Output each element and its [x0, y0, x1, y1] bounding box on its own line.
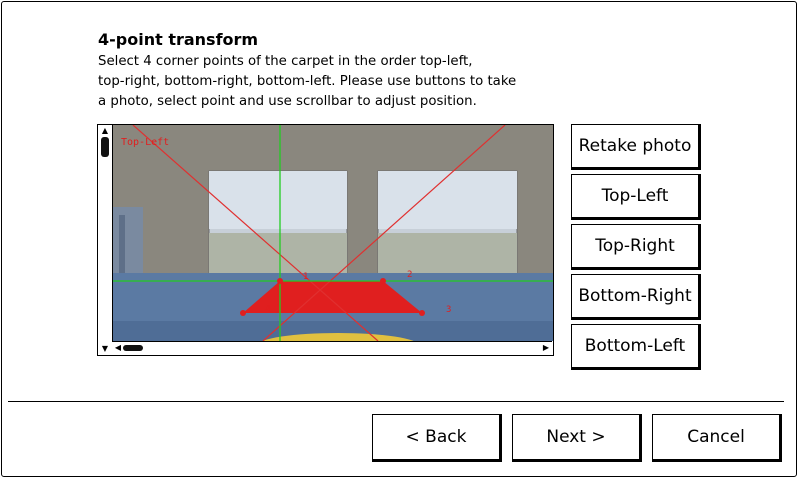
photo-viewer: ▲ ▼ 1 2 3 4 Top-Left ◀ ▶	[97, 124, 554, 356]
photo-canvas: 1 2 3 4 Top-Left	[113, 125, 553, 341]
scroll-left-icon[interactable]: ◀	[113, 342, 123, 354]
instructions: Select 4 corner points of the carpet in …	[98, 52, 598, 112]
scroll-down-icon[interactable]: ▼	[100, 344, 110, 353]
next-button[interactable]: Next >	[512, 414, 642, 462]
top-left-button[interactable]: Top-Left	[571, 174, 701, 220]
top-right-button[interactable]: Top-Right	[571, 224, 701, 270]
back-button[interactable]: < Back	[372, 414, 502, 462]
scroll-up-icon[interactable]: ▲	[100, 126, 110, 135]
retake-photo-button[interactable]: Retake photo	[571, 124, 701, 170]
footer-divider	[8, 401, 784, 402]
point-label: 2	[407, 270, 412, 280]
vertical-scrollbar[interactable]: ▲ ▼	[98, 125, 113, 354]
page-title: 4-point transform	[98, 30, 259, 49]
instruction-line: Select 4 corner points of the carpet in …	[98, 54, 473, 69]
point-label: 1	[303, 272, 308, 282]
carpet-photo[interactable]: 1 2 3 4 Top-Left	[113, 125, 553, 341]
point-label: 3	[446, 305, 451, 315]
horizontal-scroll-thumb[interactable]	[123, 345, 143, 351]
bottom-left-button[interactable]: Bottom-Left	[571, 324, 701, 370]
vertical-scroll-thumb[interactable]	[101, 137, 109, 157]
scroll-right-icon[interactable]: ▶	[541, 342, 551, 354]
cancel-button[interactable]: Cancel	[652, 414, 782, 462]
selected-point-label: Top-Left	[121, 137, 169, 148]
horizontal-scrollbar[interactable]: ◀ ▶	[112, 341, 552, 354]
bottom-right-button[interactable]: Bottom-Right	[571, 274, 701, 320]
point-label: 4	[265, 304, 270, 314]
instruction-line: top-right, bottom-right, bottom-left. Pl…	[98, 74, 517, 89]
instruction-line: a photo, select point and use scrollbar …	[98, 94, 477, 109]
